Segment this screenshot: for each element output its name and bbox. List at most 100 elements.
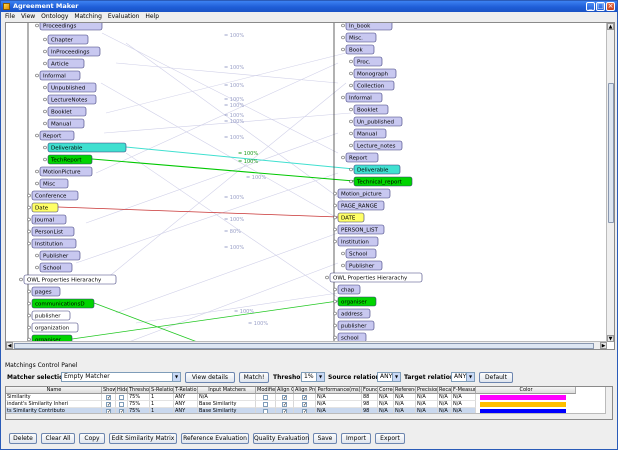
save-button[interactable]: Save bbox=[313, 433, 337, 444]
checkbox[interactable]: ✓ bbox=[282, 402, 287, 407]
expand-toggle-icon[interactable] bbox=[27, 301, 31, 306]
expand-toggle-icon[interactable] bbox=[27, 241, 31, 246]
checkbox[interactable] bbox=[119, 395, 124, 400]
graph-horizontal-scroll-thumb[interactable] bbox=[14, 343, 594, 349]
column-header[interactable]: Recall bbox=[438, 387, 452, 394]
clear-all-button[interactable]: Clear All bbox=[41, 433, 75, 444]
expand-toggle-icon[interactable] bbox=[19, 277, 23, 282]
column-header[interactable]: Align Classes bbox=[276, 387, 294, 394]
expand-toggle-icon[interactable] bbox=[35, 181, 39, 186]
column-header[interactable]: Found bbox=[362, 387, 378, 394]
view-details-button[interactable]: View details bbox=[185, 372, 235, 383]
expand-toggle-icon[interactable] bbox=[341, 23, 345, 28]
scroll-up-icon[interactable]: ▲ bbox=[607, 23, 614, 30]
menu-evaluation[interactable]: Evaluation bbox=[108, 12, 140, 22]
checkbox[interactable] bbox=[263, 402, 268, 407]
expand-toggle-icon[interactable] bbox=[349, 83, 353, 88]
expand-toggle-icon[interactable] bbox=[333, 191, 337, 196]
expand-toggle-icon[interactable] bbox=[341, 263, 345, 268]
scroll-down-icon[interactable]: ▼ bbox=[607, 335, 614, 342]
expand-toggle-icon[interactable] bbox=[27, 229, 31, 234]
expand-toggle-icon[interactable] bbox=[349, 71, 353, 76]
expand-toggle-icon[interactable] bbox=[35, 73, 39, 78]
expand-toggle-icon[interactable] bbox=[349, 167, 353, 172]
expand-toggle-icon[interactable] bbox=[333, 287, 337, 292]
checkbox[interactable]: ✓ bbox=[282, 395, 287, 400]
expand-toggle-icon[interactable] bbox=[43, 109, 47, 114]
scroll-right-icon[interactable]: ▶ bbox=[600, 342, 607, 349]
copy-button[interactable]: Copy bbox=[79, 433, 105, 444]
matcher-color-swatch[interactable] bbox=[480, 402, 566, 407]
column-header[interactable]: F-Measure bbox=[452, 387, 476, 394]
expand-toggle-icon[interactable] bbox=[333, 335, 337, 340]
expand-toggle-icon[interactable] bbox=[341, 35, 345, 40]
column-header[interactable]: Align Properties bbox=[294, 387, 316, 394]
expand-toggle-icon[interactable] bbox=[27, 289, 31, 294]
menu-view[interactable]: View bbox=[21, 12, 35, 22]
table-vertical-scrollbar[interactable] bbox=[605, 387, 612, 419]
target-relations-select[interactable]: ANY ▼ bbox=[451, 372, 475, 382]
match-button[interactable]: Match! bbox=[239, 372, 269, 383]
expand-toggle-icon[interactable] bbox=[43, 157, 47, 162]
menu-help[interactable]: Help bbox=[145, 12, 159, 22]
threshold-select[interactable]: 1% ▼ bbox=[301, 372, 325, 382]
column-header[interactable]: Hide bbox=[116, 387, 128, 394]
maximize-button[interactable]: □ bbox=[596, 2, 605, 11]
expand-toggle-icon[interactable] bbox=[43, 121, 47, 126]
expand-toggle-icon[interactable] bbox=[27, 217, 31, 222]
matcher-select[interactable]: Empty Matcher ▼ bbox=[61, 372, 181, 382]
expand-toggle-icon[interactable] bbox=[349, 119, 353, 124]
table-horizontal-scrollbar[interactable] bbox=[6, 413, 606, 419]
import-button[interactable]: Import bbox=[341, 433, 371, 444]
expand-toggle-icon[interactable] bbox=[27, 193, 31, 198]
column-header[interactable]: Performance(ms) bbox=[316, 387, 362, 394]
menu-file[interactable]: File bbox=[5, 12, 15, 22]
export-button[interactable]: Export bbox=[375, 433, 405, 444]
default-button[interactable]: Default bbox=[479, 372, 513, 383]
graph-vertical-scrollbar[interactable] bbox=[606, 23, 614, 342]
minimize-button[interactable]: _ bbox=[586, 2, 595, 11]
checkbox[interactable]: ✓ bbox=[302, 395, 307, 400]
source-relations-select[interactable]: ANY ▼ bbox=[377, 372, 401, 382]
expand-toggle-icon[interactable] bbox=[27, 205, 31, 210]
expand-toggle-icon[interactable] bbox=[35, 169, 39, 174]
checkbox[interactable] bbox=[119, 402, 124, 407]
expand-toggle-icon[interactable] bbox=[43, 97, 47, 102]
expand-toggle-icon[interactable] bbox=[325, 275, 329, 280]
quality-evaluation-button[interactable]: Quality Evaluation bbox=[253, 433, 309, 444]
expand-toggle-icon[interactable] bbox=[341, 47, 345, 52]
expand-toggle-icon[interactable] bbox=[27, 313, 31, 318]
menu-ontology[interactable]: Ontology bbox=[41, 12, 68, 22]
graph-horizontal-scrollbar[interactable] bbox=[6, 341, 607, 349]
expand-toggle-icon[interactable] bbox=[43, 85, 47, 90]
close-button[interactable]: × bbox=[606, 2, 615, 11]
matcher-color-swatch[interactable] bbox=[480, 395, 566, 400]
expand-toggle-icon[interactable] bbox=[333, 215, 337, 220]
expand-toggle-icon[interactable] bbox=[349, 59, 353, 64]
expand-toggle-icon[interactable] bbox=[333, 203, 337, 208]
scroll-left-icon[interactable]: ◀ bbox=[6, 342, 13, 349]
expand-toggle-icon[interactable] bbox=[349, 131, 353, 136]
menu-matching[interactable]: Matching bbox=[74, 12, 102, 22]
expand-toggle-icon[interactable] bbox=[35, 23, 39, 28]
expand-toggle-icon[interactable] bbox=[43, 145, 47, 150]
column-header[interactable]: Color bbox=[476, 387, 576, 394]
expand-toggle-icon[interactable] bbox=[35, 253, 39, 258]
graph-vertical-scroll-thumb[interactable] bbox=[608, 83, 614, 223]
checkbox[interactable] bbox=[263, 395, 268, 400]
column-header[interactable]: Threshold bbox=[128, 387, 150, 394]
column-header[interactable]: Modified bbox=[256, 387, 276, 394]
column-header[interactable]: S-Relations bbox=[150, 387, 174, 394]
checkbox[interactable]: ✓ bbox=[106, 402, 111, 407]
column-header[interactable]: Show bbox=[102, 387, 116, 394]
expand-toggle-icon[interactable] bbox=[333, 311, 337, 316]
checkbox[interactable]: ✓ bbox=[106, 395, 111, 400]
expand-toggle-icon[interactable] bbox=[333, 227, 337, 232]
expand-toggle-icon[interactable] bbox=[349, 179, 353, 184]
expand-toggle-icon[interactable] bbox=[43, 61, 47, 66]
expand-toggle-icon[interactable] bbox=[333, 323, 337, 328]
delete-button[interactable]: Delete bbox=[9, 433, 37, 444]
expand-toggle-icon[interactable] bbox=[341, 251, 345, 256]
edit-similarity-matrix-button[interactable]: Edit Similarity Matrix bbox=[109, 433, 177, 444]
expand-toggle-icon[interactable] bbox=[349, 143, 353, 148]
